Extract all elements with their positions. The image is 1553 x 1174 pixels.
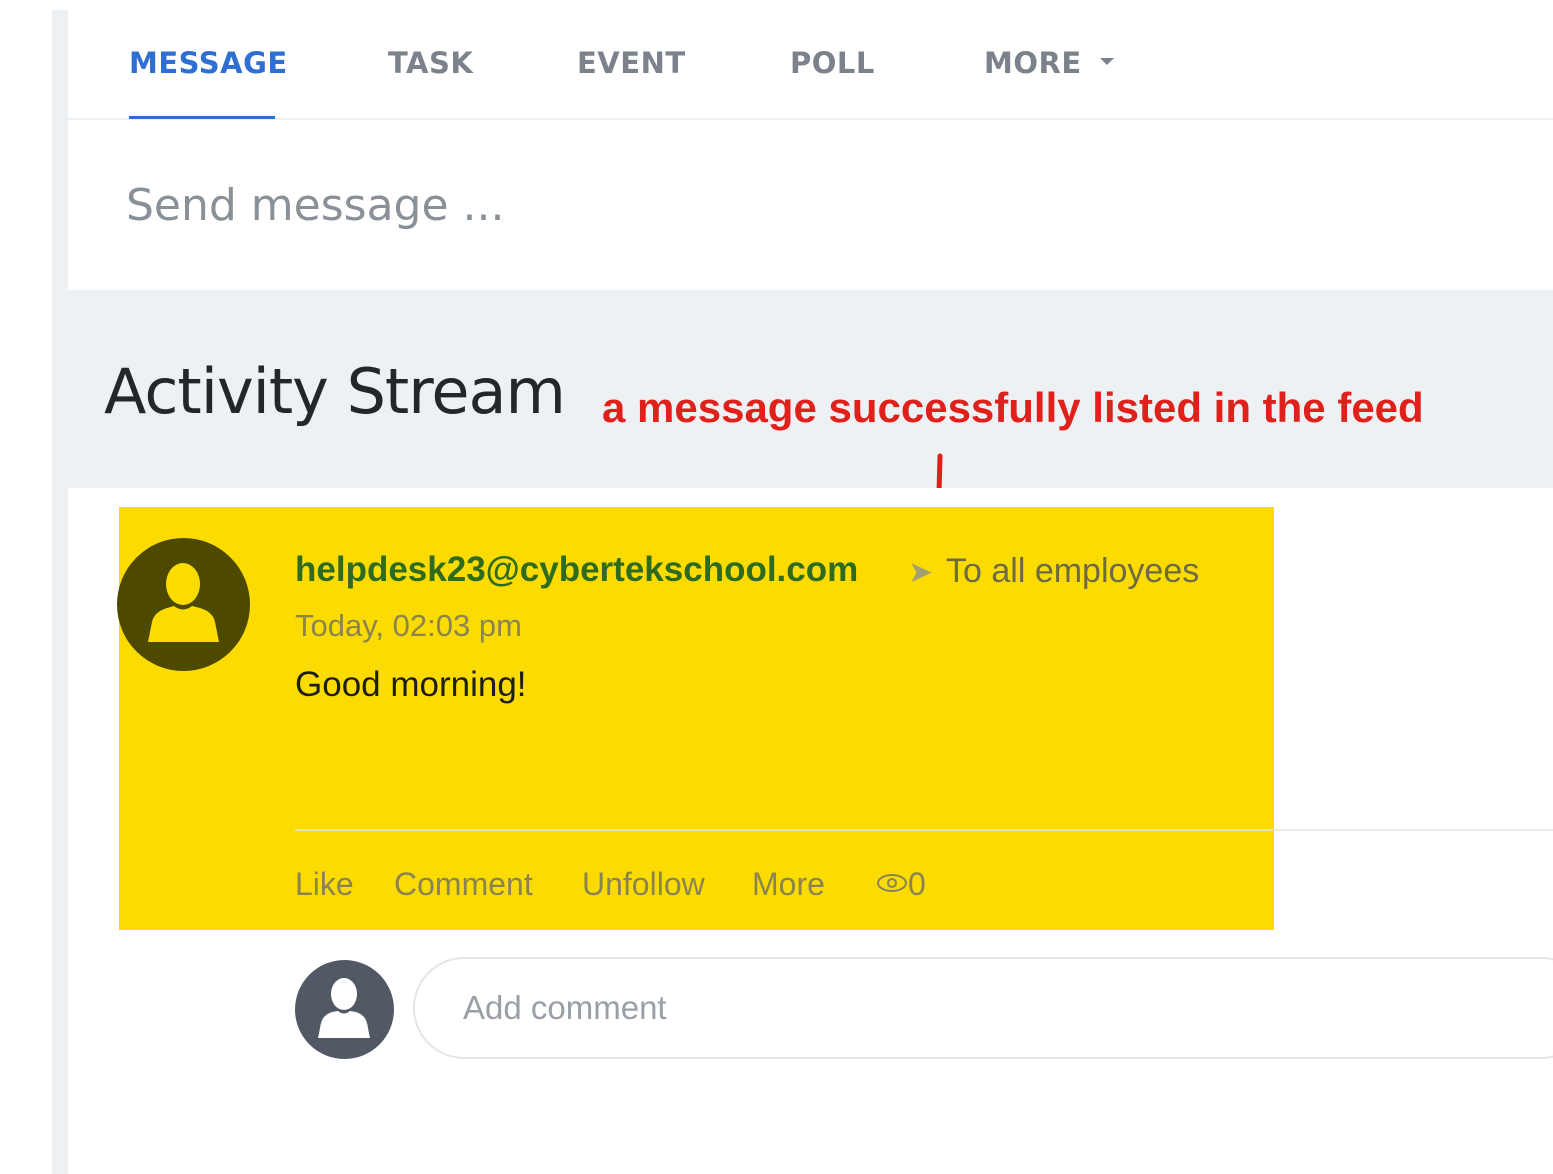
commenter-avatar bbox=[295, 960, 394, 1059]
active-tab-indicator bbox=[129, 116, 275, 119]
annotation-label: a message successfully listed in the fee… bbox=[602, 384, 1424, 431]
tab-more-label: MORE bbox=[984, 46, 1082, 80]
view-count: 0 bbox=[876, 866, 926, 903]
tab-more[interactable]: MORE bbox=[984, 46, 1114, 86]
composer-tabs: MESSAGE TASK EVENT POLL MORE bbox=[68, 10, 1553, 120]
chevron-down-icon bbox=[1099, 57, 1114, 65]
post-timestamp[interactable]: Today, 02:03 pm bbox=[295, 608, 522, 644]
page-title: Activity Stream bbox=[104, 355, 566, 428]
comment-input[interactable] bbox=[413, 957, 1553, 1059]
arrow-right-icon: ➤ bbox=[908, 555, 934, 590]
like-button[interactable]: Like bbox=[295, 866, 354, 903]
tab-task[interactable]: TASK bbox=[388, 46, 473, 86]
unfollow-button[interactable]: Unfollow bbox=[582, 866, 705, 903]
tab-message[interactable]: MESSAGE bbox=[129, 46, 288, 86]
post-recipient[interactable]: To all employees bbox=[946, 552, 1199, 591]
user-icon bbox=[318, 978, 370, 1038]
comment-button[interactable]: Comment bbox=[394, 866, 533, 903]
more-button[interactable]: More bbox=[752, 866, 825, 903]
view-count-value: 0 bbox=[908, 866, 926, 902]
tab-event[interactable]: EVENT bbox=[577, 46, 686, 86]
user-icon bbox=[148, 563, 219, 642]
tab-poll[interactable]: POLL bbox=[790, 46, 875, 86]
composer-panel: MESSAGE TASK EVENT POLL MORE bbox=[68, 10, 1553, 290]
left-rail bbox=[52, 10, 68, 1174]
post-divider-right bbox=[1274, 829, 1553, 831]
send-message-input[interactable] bbox=[126, 170, 926, 240]
post-author[interactable]: helpdesk23@cybertekschool.com bbox=[295, 550, 858, 590]
avatar[interactable] bbox=[117, 538, 250, 671]
post-body: Good morning! bbox=[295, 665, 527, 704]
eye-icon bbox=[877, 873, 907, 892]
